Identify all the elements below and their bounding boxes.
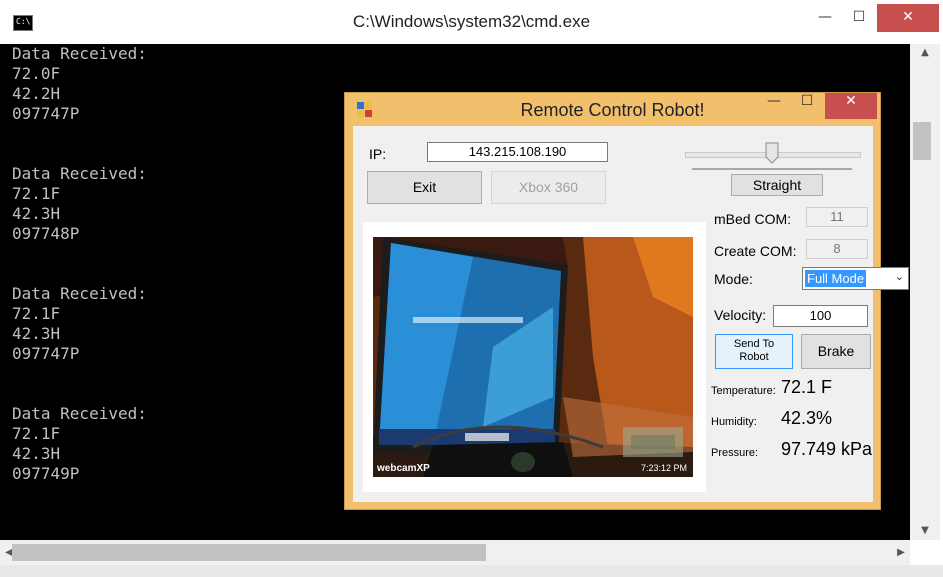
mbed-com-label: mBed COM: [714,211,792,227]
velocity-input[interactable]: 100 [773,305,868,327]
console-line: 097747P [12,344,80,363]
console-line: 72.1F [12,304,61,323]
console-line: 72.1F [12,184,61,203]
scroll-up-arrow-icon[interactable]: ▲ [910,44,940,62]
humidity-value: 42.3% [781,408,833,428]
console-line: 42.3H [12,204,61,223]
remote-control-robot-window: Remote Control Robot! — ☐ ✕ IP: 143.215.… [344,92,909,510]
vertical-scroll-thumb[interactable] [913,122,931,160]
pressure-label: Pressure: [711,447,759,459]
taskbar-edge [0,565,943,577]
console-line: 42.3H [12,444,61,463]
velocity-label: Velocity: [714,307,767,323]
webcam-image [373,237,693,477]
cmd-window-title: C:\Windows\system32\cmd.exe [352,12,591,31]
vertical-scrollbar[interactable]: ▲ ▼ [910,44,940,540]
slider-tick-line [692,168,852,170]
robot-close-button[interactable]: ✕ [825,93,877,119]
mode-label: Mode: [714,271,753,287]
console-line: Data Received: [12,44,147,63]
steering-slider-thumb[interactable] [765,142,779,164]
temperature-label: Temperature: [711,385,776,397]
console-line: 097747P [12,104,80,123]
robot-titlebar[interactable]: Remote Control Robot! — ☐ ✕ [345,93,880,127]
webcam-watermark: webcamXP [377,463,430,474]
horizontal-scroll-thumb[interactable] [12,544,486,561]
webcam-panel: webcamXP 7:23:12 PM [363,222,706,492]
console-line: 72.0F [12,64,61,83]
mode-dropdown[interactable]: Full Mode ⌄ [802,267,909,290]
console-lines: Data Received: 72.0F 42.2H 097747P Data Rece… [12,44,147,484]
cmd-titlebar[interactable]: C:\ C:\Windows\system32\cmd.exe — ☐ ✕ [0,0,943,44]
exit-button[interactable]: Exit [367,171,482,204]
console-line: 42.3H [12,324,61,343]
console-line: 42.2H [12,84,61,103]
brake-button[interactable]: Brake [801,334,871,369]
robot-maximize-button[interactable]: ☐ [792,93,822,119]
create-com-label: Create COM: [714,243,797,259]
webcam-timestamp: 7:23:12 PM [641,463,688,473]
cmd-close-button[interactable]: ✕ [877,4,939,32]
mode-selected-value: Full Mode [805,270,867,287]
console-line: 097748P [12,224,80,243]
console-line: Data Received: [12,284,147,303]
console-line: 097749P [12,464,80,483]
create-com-input[interactable]: 8 [806,239,868,259]
cmd-maximize-button[interactable]: ☐ [842,4,876,32]
send-to-robot-button[interactable]: Send To Robot [715,334,793,369]
ip-label: IP: [369,146,387,162]
temperature-value: 72.1 F [781,377,833,397]
console-line: Data Received: [12,404,147,423]
robot-form-client: IP: 143.215.108.190 Exit Xbox 360 Straig… [353,126,909,502]
humidity-label: Humidity: [711,416,757,428]
horizontal-scrollbar[interactable]: ◀ ▶ [0,540,910,565]
mbed-com-input[interactable]: 11 [806,207,868,227]
straight-button[interactable]: Straight [731,174,823,196]
console-line: 72.1F [12,424,61,443]
scroll-down-arrow-icon[interactable]: ▼ [910,522,940,540]
scroll-right-arrow-icon[interactable]: ▶ [892,540,910,565]
xbox-360-button[interactable]: Xbox 360 [491,171,606,204]
console-line: Data Received: [12,164,147,183]
robot-minimize-button[interactable]: — [759,93,789,119]
cmd-minimize-button[interactable]: — [808,4,842,32]
chevron-down-icon[interactable]: ⌄ [895,270,904,283]
ip-address-input[interactable]: 143.215.108.190 [427,142,608,162]
pressure-value: 97.749 kPa [781,439,873,459]
